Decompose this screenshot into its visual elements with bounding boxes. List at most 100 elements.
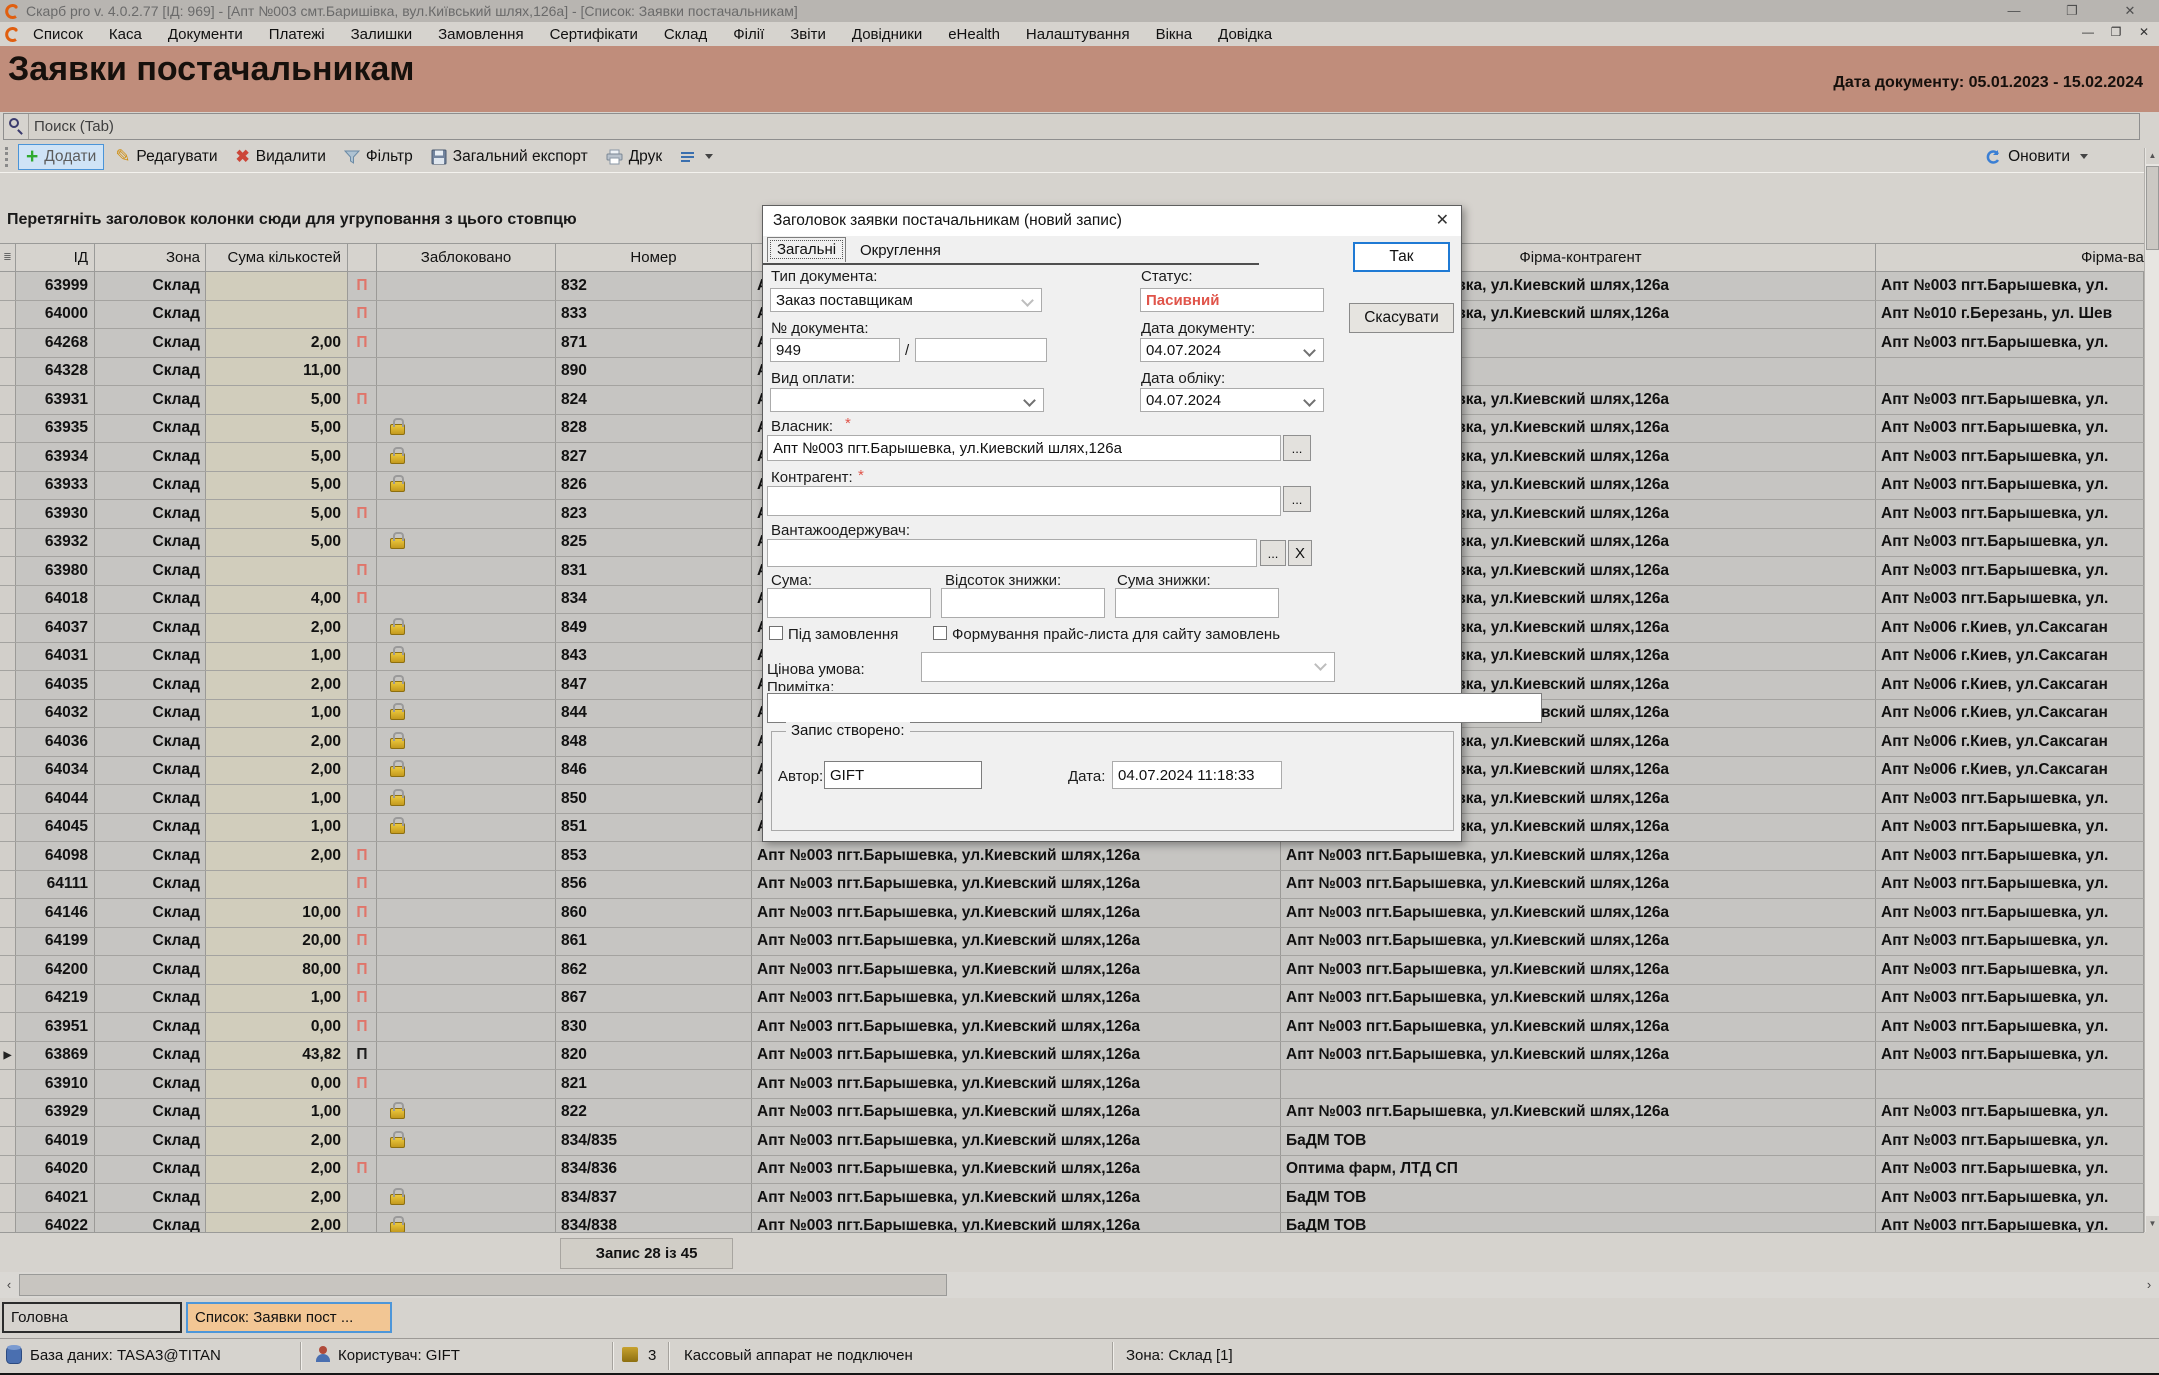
search-input[interactable]: Поиск (Tab) bbox=[29, 118, 114, 135]
search-bar[interactable]: Поиск (Tab) bbox=[3, 113, 2140, 140]
consignee-clear-button[interactable]: X bbox=[1288, 540, 1312, 566]
contragent-field[interactable] bbox=[767, 486, 1281, 516]
tab-list-active[interactable]: Список: Заявки пост ... bbox=[186, 1302, 392, 1333]
scroll-right-icon[interactable]: › bbox=[2140, 1273, 2158, 1297]
table-row[interactable]: 64019Склад2,00834/835Апт №003 пгт.Барыше… bbox=[0, 1127, 2144, 1156]
cell-zone: Склад bbox=[95, 700, 206, 728]
cell-blocked bbox=[377, 1213, 556, 1233]
column-header-flag[interactable] bbox=[348, 244, 377, 271]
menu-item-2[interactable]: Каса bbox=[96, 26, 155, 43]
cell-id: 63980 bbox=[16, 557, 95, 585]
minimize-button[interactable]: — bbox=[1985, 0, 2043, 22]
table-row[interactable]: 64020Склад2,00П834/836Апт №003 пгт.Барыш… bbox=[0, 1156, 2144, 1185]
table-row[interactable]: 63929Склад1,00822Апт №003 пгт.Барышевка,… bbox=[0, 1099, 2144, 1128]
acc-date-combo[interactable]: 04.07.2024 bbox=[1140, 388, 1324, 412]
column-header-blocked[interactable]: Заблоковано bbox=[377, 244, 556, 271]
search-icon[interactable] bbox=[4, 114, 29, 139]
pay-type-combo[interactable] bbox=[770, 388, 1044, 412]
export-button[interactable]: Загальний експорт bbox=[424, 144, 595, 170]
dialog-close-icon[interactable]: ✕ bbox=[1436, 210, 1449, 230]
table-row[interactable]: 64219Склад1,00П867Апт №003 пгт.Барышевка… bbox=[0, 985, 2144, 1014]
filter-button[interactable]: Фільтр bbox=[337, 144, 420, 170]
refresh-button[interactable]: Оновити bbox=[1977, 144, 2099, 170]
doc-no-suffix-input[interactable] bbox=[915, 338, 1047, 362]
doc-type-combo[interactable]: Заказ поставщикам bbox=[770, 288, 1042, 312]
menu-item-5[interactable]: Залишки bbox=[338, 26, 426, 43]
owner-field[interactable]: Апт №003 пгт.Барышевка, ул.Киевский шлях… bbox=[767, 435, 1281, 461]
horizontal-scroll-thumb[interactable] bbox=[19, 1274, 947, 1296]
scroll-up-icon[interactable]: ▲ bbox=[2146, 148, 2159, 164]
price-cond-combo[interactable] bbox=[921, 652, 1335, 682]
ok-button[interactable]: Так bbox=[1353, 242, 1450, 272]
consignee-field[interactable] bbox=[767, 539, 1257, 567]
column-header-id[interactable]: ІД bbox=[16, 244, 95, 271]
discount-pct-input[interactable] bbox=[941, 588, 1105, 618]
cell-zone: Склад bbox=[95, 301, 206, 329]
column-header-zone[interactable]: Зона bbox=[95, 244, 206, 271]
menu-item-12[interactable]: eHealth bbox=[935, 26, 1013, 43]
menu-item-13[interactable]: Налаштування bbox=[1013, 26, 1143, 43]
menu-item-6[interactable]: Замовлення bbox=[425, 26, 536, 43]
table-row[interactable]: ▶63869Склад43,82П820Апт №003 пгт.Барышев… bbox=[0, 1042, 2144, 1071]
toolbar-grip[interactable] bbox=[5, 147, 10, 167]
menu-item-9[interactable]: Філії bbox=[720, 26, 777, 43]
column-header-qty[interactable]: Сума кількостей bbox=[206, 244, 348, 271]
column-header-consignee[interactable]: Фірма-вант bbox=[1876, 244, 2144, 271]
mdi-minimize-icon[interactable]: — bbox=[2079, 25, 2097, 39]
scroll-left-icon[interactable]: ‹ bbox=[0, 1273, 18, 1297]
scroll-down-icon[interactable]: ▼ bbox=[2146, 1216, 2159, 1232]
menu-item-3[interactable]: Документи bbox=[155, 26, 256, 43]
table-row[interactable]: 64098Склад2,00П853Апт №003 пгт.Барышевка… bbox=[0, 842, 2144, 871]
note-input[interactable] bbox=[767, 693, 1542, 723]
table-row[interactable]: 63910Склад0,00П821Апт №003 пгт.Барышевка… bbox=[0, 1070, 2144, 1099]
tab-home[interactable]: Головна bbox=[2, 1302, 182, 1333]
vertical-scroll-thumb[interactable] bbox=[2146, 166, 2159, 250]
maximize-button[interactable]: ❐ bbox=[2043, 0, 2101, 22]
table-row[interactable]: 64022Склад2,00834/838Апт №003 пгт.Барыше… bbox=[0, 1213, 2144, 1233]
mdi-restore-icon[interactable]: ❐ bbox=[2107, 25, 2125, 39]
menu-item-4[interactable]: Платежі bbox=[256, 26, 338, 43]
print-button[interactable]: Друк bbox=[599, 144, 669, 170]
doc-no-input[interactable]: 949 bbox=[770, 338, 900, 362]
mdi-close-icon[interactable]: ✕ bbox=[2135, 25, 2153, 39]
column-header-number[interactable]: Номер bbox=[556, 244, 752, 271]
discount-pct-label: Відсоток знижки: bbox=[945, 572, 1061, 589]
horizontal-scrollbar[interactable]: ‹ › bbox=[0, 1272, 2159, 1298]
table-row[interactable]: 64200Склад80,00П862Апт №003 пгт.Барышевк… bbox=[0, 956, 2144, 985]
cell-id: 64111 bbox=[16, 871, 95, 899]
owner-picker-button[interactable]: ... bbox=[1283, 435, 1311, 461]
cell-contragent: Апт №003 пгт.Барышевка, ул.Киевский шлях… bbox=[1281, 985, 1876, 1013]
dialog-tab-general[interactable]: Загальні bbox=[767, 237, 846, 262]
menu-item-15[interactable]: Довідка bbox=[1205, 26, 1285, 43]
contragent-picker-button[interactable]: ... bbox=[1283, 486, 1311, 512]
grid-options-button[interactable] bbox=[673, 144, 724, 170]
menu-item-11[interactable]: Довідники bbox=[839, 26, 935, 43]
add-button[interactable]: + Додати bbox=[18, 144, 104, 170]
table-row[interactable]: 64146Склад10,00П860Апт №003 пгт.Барышевк… bbox=[0, 899, 2144, 928]
table-row[interactable]: 63951Склад0,00П830Апт №003 пгт.Барышевка… bbox=[0, 1013, 2144, 1042]
on-order-checkbox[interactable] bbox=[769, 626, 783, 640]
delete-button[interactable]: ✖ Видалити bbox=[229, 144, 333, 170]
menu-item-1[interactable]: Список bbox=[20, 26, 96, 43]
printer-icon bbox=[606, 149, 623, 165]
pricelist-checkbox[interactable] bbox=[933, 626, 947, 640]
menu-item-10[interactable]: Звіти bbox=[777, 26, 839, 43]
cancel-button[interactable]: Скасувати bbox=[1349, 303, 1454, 333]
menu-item-14[interactable]: Вікна bbox=[1143, 26, 1206, 43]
toolbar: + Додати ✎ Редагувати ✖ Видалити Фільтр … bbox=[0, 141, 2159, 172]
table-row[interactable]: 64199Склад20,00П861Апт №003 пгт.Барышевк… bbox=[0, 928, 2144, 957]
table-row[interactable]: 64021Склад2,00834/837Апт №003 пгт.Барыше… bbox=[0, 1184, 2144, 1213]
dialog-tab-rounding[interactable]: Округлення bbox=[851, 240, 950, 261]
close-button[interactable]: ✕ bbox=[2101, 0, 2159, 22]
discount-sum-input[interactable] bbox=[1115, 588, 1279, 618]
menu-item-7[interactable]: Сертифікати bbox=[537, 26, 651, 43]
sum-input[interactable] bbox=[767, 588, 931, 618]
table-row[interactable]: 64111СкладП856Апт №003 пгт.Барышевка, ул… bbox=[0, 871, 2144, 900]
consignee-picker-button[interactable]: ... bbox=[1260, 540, 1286, 566]
menu-item-8[interactable]: Склад bbox=[651, 26, 720, 43]
edit-button[interactable]: ✎ Редагувати bbox=[108, 144, 224, 170]
doc-date-combo[interactable]: 04.07.2024 bbox=[1140, 338, 1324, 362]
vertical-scrollbar[interactable]: ▲ ▼ bbox=[2144, 148, 2159, 1232]
header-indicator-icon[interactable]: ≣ bbox=[0, 244, 16, 271]
cell-blocked bbox=[377, 1070, 556, 1098]
